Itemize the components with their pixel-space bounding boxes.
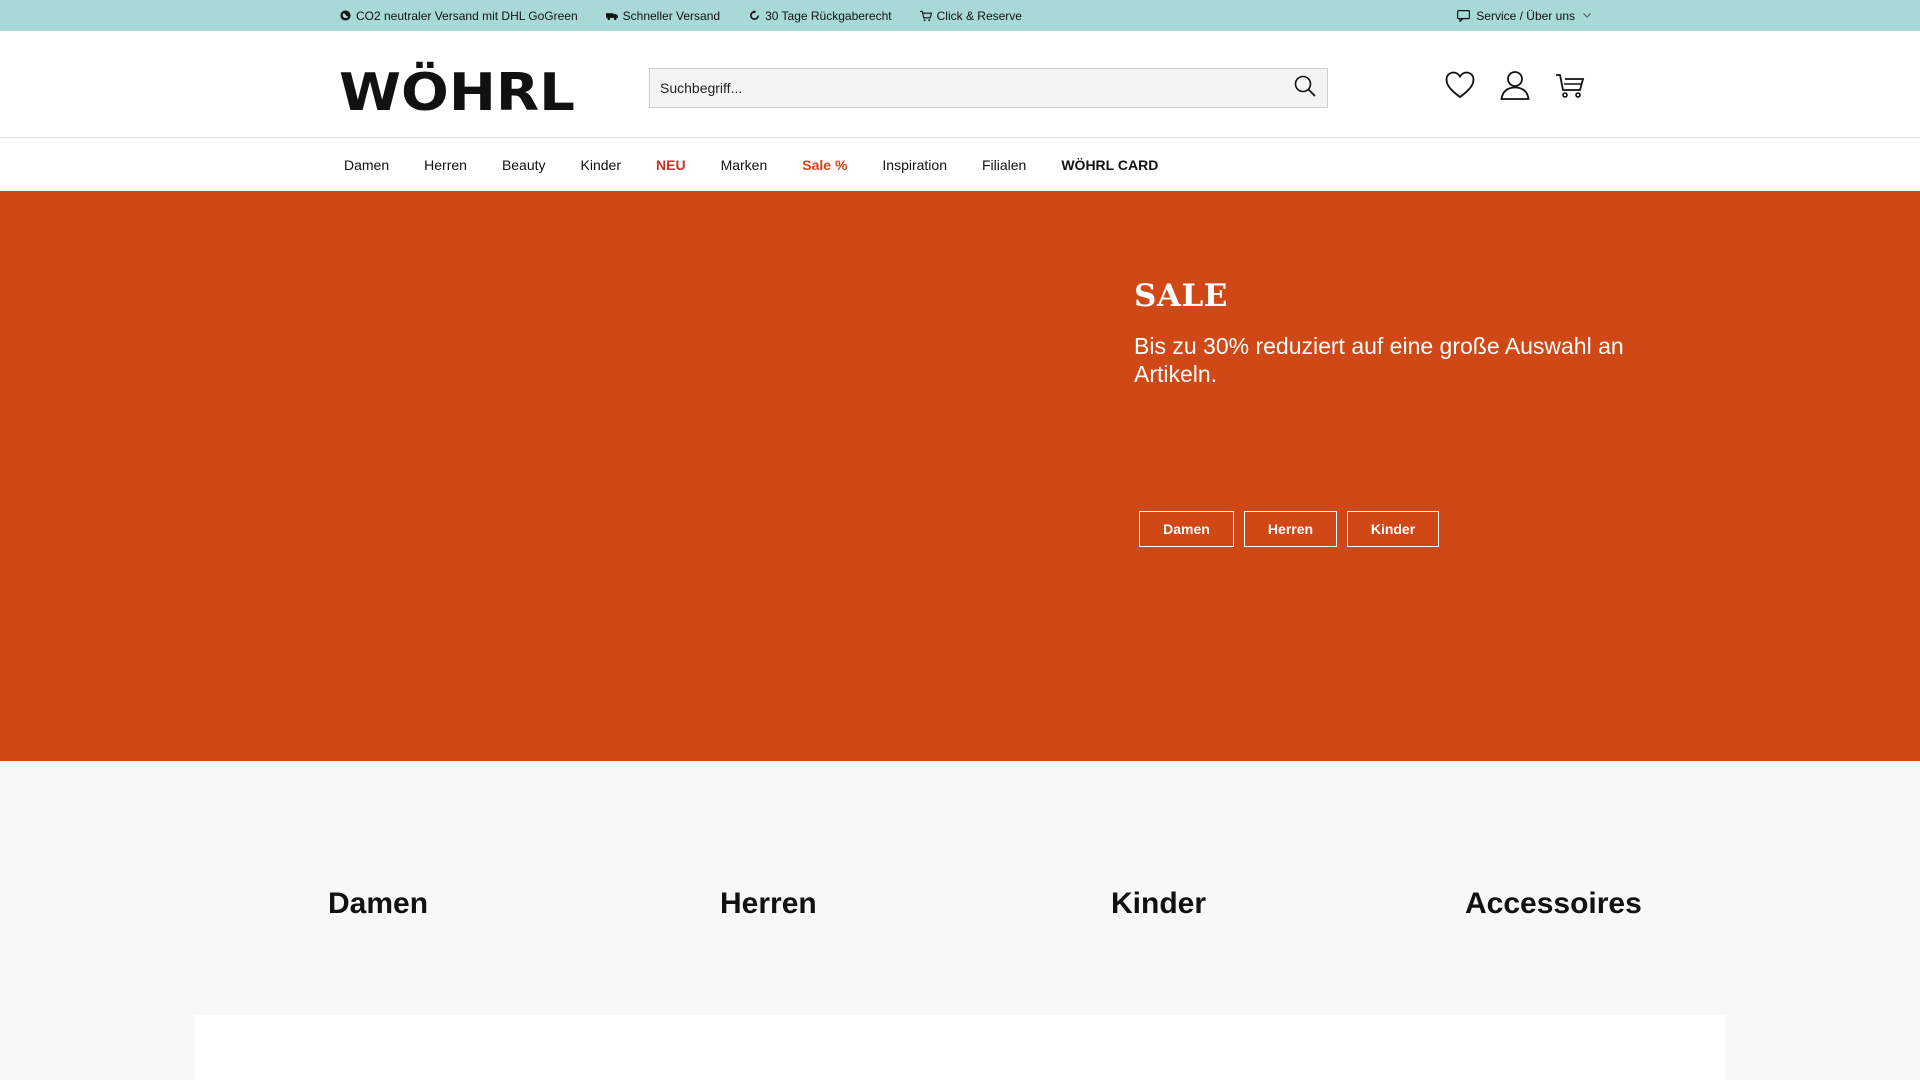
chat-icon xyxy=(1457,9,1471,22)
service-menu[interactable]: Service / Über uns xyxy=(1457,0,1591,31)
service-label: Service / Über uns xyxy=(1476,8,1575,23)
nav-item-marken[interactable]: Marken xyxy=(721,157,768,173)
usp-fast-shipping: Schneller Versand xyxy=(605,8,721,23)
cart-button[interactable] xyxy=(1553,70,1587,104)
woehrl-logo[interactable]: WÖHRL xyxy=(339,55,575,115)
nav-item-herren[interactable]: Herren xyxy=(424,157,467,173)
hero-cta-damen[interactable]: Damen xyxy=(1139,511,1234,547)
main-navigation: Damen Herren Beauty Kinder NEU Marken Sa… xyxy=(0,139,1920,191)
sale-hero-banner: SALE Bis zu 30% reduziert auf eine große… xyxy=(0,191,1920,761)
hero-cta-herren[interactable]: Herren xyxy=(1244,511,1337,547)
shopping-cart-icon xyxy=(1555,71,1585,104)
top-info-bar: CO2 neutraler Versand mit DHL GoGreen Sc… xyxy=(0,0,1920,31)
globe-icon xyxy=(339,10,351,22)
return-arrow-icon xyxy=(748,10,760,22)
category-section: Damen Herren Kinder Accessoires xyxy=(0,761,1920,1080)
category-link-kinder[interactable]: Kinder xyxy=(1111,887,1206,921)
nav-item-beauty[interactable]: Beauty xyxy=(502,157,546,173)
usp-click-reserve: Click & Reserve xyxy=(919,8,1022,23)
usp-label: Schneller Versand xyxy=(622,8,721,23)
heart-icon xyxy=(1445,71,1475,104)
category-link-damen[interactable]: Damen xyxy=(328,887,428,921)
cart-icon xyxy=(919,10,932,22)
search-button[interactable] xyxy=(1283,69,1327,107)
usp-label: CO2 neutraler Versand mit DHL GoGreen xyxy=(356,8,578,23)
nav-item-inspiration[interactable]: Inspiration xyxy=(882,157,947,173)
category-link-herren[interactable]: Herren xyxy=(720,887,817,921)
hero-cta-group: Damen Herren Kinder xyxy=(1139,511,1449,547)
logo-text: WÖHRL xyxy=(339,61,575,115)
user-icon xyxy=(1500,70,1530,105)
usp-label: 30 Tage Rückgaberecht xyxy=(765,8,892,23)
search-icon xyxy=(1294,75,1316,102)
hero-cta-kinder[interactable]: Kinder xyxy=(1347,511,1439,547)
truck-icon xyxy=(605,10,618,22)
chevron-down-icon xyxy=(1583,13,1591,18)
usp-label: Click & Reserve xyxy=(936,8,1022,23)
wishlist-button[interactable] xyxy=(1443,70,1477,104)
content-panel xyxy=(195,1015,1725,1080)
search-box xyxy=(649,68,1328,108)
top-info-bar-inner: CO2 neutraler Versand mit DHL GoGreen Sc… xyxy=(339,0,1591,31)
hero-title: SALE xyxy=(1134,278,1228,314)
hero-text: Bis zu 30% reduziert auf eine große Ausw… xyxy=(1134,333,1624,387)
category-link-accessoires[interactable]: Accessoires xyxy=(1465,887,1642,921)
nav-item-kinder[interactable]: Kinder xyxy=(581,157,621,173)
account-button[interactable] xyxy=(1498,70,1532,104)
nav-item-filialen[interactable]: Filialen xyxy=(982,157,1026,173)
nav-item-neu[interactable]: NEU xyxy=(656,157,686,173)
search-input[interactable] xyxy=(650,69,1283,107)
site-header: WÖHRL xyxy=(0,31,1920,138)
usp-co2-shipping: CO2 neutraler Versand mit DHL GoGreen xyxy=(339,9,578,23)
usp-return-policy: 30 Tage Rückgaberecht xyxy=(748,9,892,23)
nav-item-damen[interactable]: Damen xyxy=(344,157,389,173)
main-navigation-list: Damen Herren Beauty Kinder NEU Marken Sa… xyxy=(344,139,1193,191)
nav-item-sale[interactable]: Sale % xyxy=(802,157,847,173)
nav-item-woehrl-card[interactable]: WÖHRL CARD xyxy=(1061,157,1158,173)
